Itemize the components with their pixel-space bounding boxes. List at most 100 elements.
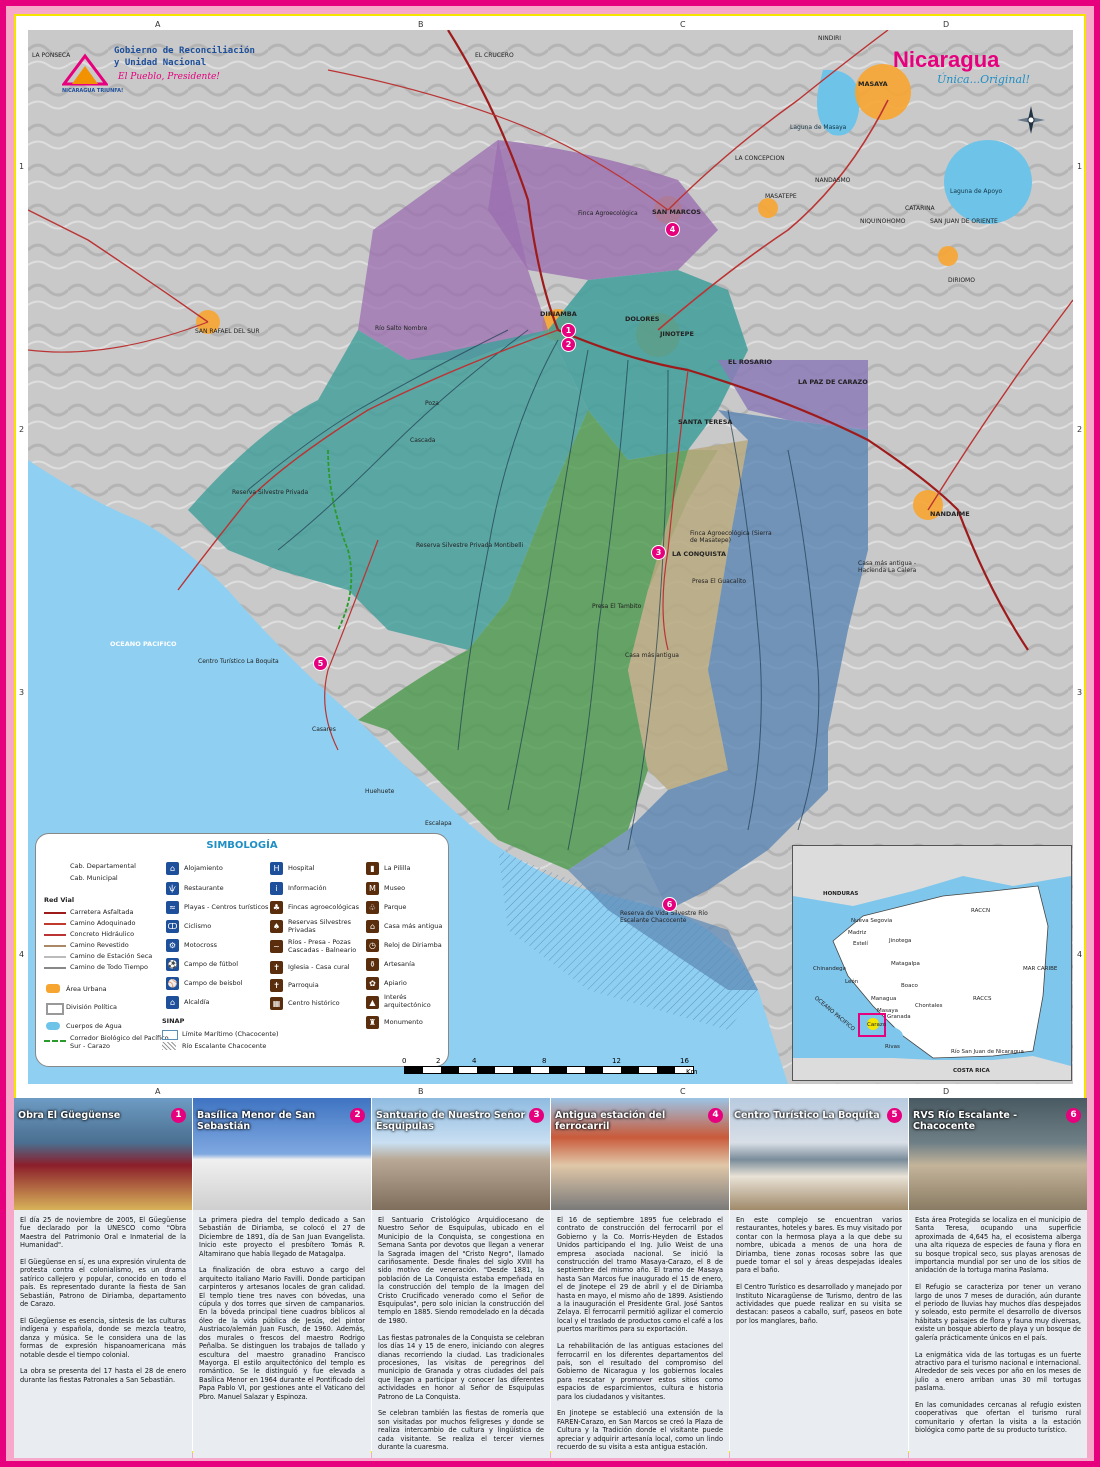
legend-title: SIMBOLOGÍA — [206, 840, 278, 851]
inset-jinotega: Jinotega — [889, 938, 912, 944]
futbol-icon: ⚽ — [166, 958, 179, 971]
pin-4[interactable]: 4 — [665, 222, 680, 237]
town-nindiri[interactable]: NINDIRI — [818, 35, 841, 42]
grid-row-4: 4 — [19, 950, 25, 959]
legend-playas: Playas - Centros turísticos — [184, 903, 269, 911]
boquita-label[interactable]: Centro Turístico La Boquita — [198, 658, 279, 665]
finca-icon: ♣ — [270, 901, 283, 914]
panel-2[interactable]: Basílica Menor de San Sebastián 2 La pri… — [193, 1098, 371, 1458]
finca-masatepe-label[interactable]: Finca Agroecológica (Sierra de Masatepe) — [690, 530, 780, 544]
town-la-conquista[interactable]: LA CONQUISTA — [672, 550, 726, 558]
pin-3[interactable]: 3 — [651, 545, 666, 560]
chacocente-label[interactable]: Reserva de Vida Silvestre Río Escalante … — [620, 910, 720, 924]
town-jinotepe[interactable]: JINOTEPE — [660, 330, 694, 338]
montibelli-label[interactable]: Reserva Silvestre Privada Montibelli — [416, 542, 523, 549]
panel-6-text: Esta área Protegida se localiza en el mu… — [915, 1216, 1081, 1435]
legend-interes: Interés arquitectónico — [384, 993, 431, 1009]
panel-3[interactable]: Santuario de Nuestro Señor Esquipulas 3 … — [372, 1098, 550, 1458]
grid-row-1: 1 — [19, 162, 25, 171]
pin-5[interactable]: 5 — [313, 656, 328, 671]
finca-label[interactable]: Finca Agroecológica — [578, 210, 638, 217]
panel-2-text: La primera piedra del templo dedicado a … — [199, 1216, 365, 1401]
gov-slogan: El Pueblo, Presidente! — [118, 72, 220, 82]
town-niquinohomo[interactable]: NIQUINOHOMO — [860, 218, 906, 225]
museo-icon: M — [366, 882, 379, 895]
town-el-rosario[interactable]: EL ROSARIO — [728, 358, 772, 366]
panel-4[interactable]: Antigua estación del ferrocarril 4 El 16… — [551, 1098, 729, 1458]
legend-iglesia: Iglesia - Casa cural — [288, 963, 350, 971]
town-santa-teresa[interactable]: SANTA TERESA — [678, 418, 732, 426]
town-nandaime[interactable]: NANDAIME — [930, 510, 970, 518]
legend-limite-swatch — [162, 1030, 178, 1040]
panel-5[interactable]: Centro Turístico La Boquita 5 En este co… — [730, 1098, 908, 1458]
presa-label[interactable]: Presa El Tambito — [592, 603, 641, 610]
grid-col-c: C — [680, 20, 686, 29]
casa-label[interactable]: Casa más antigua — [625, 652, 679, 659]
casares-label[interactable]: Casares — [312, 726, 336, 733]
poza-label[interactable]: Poza — [425, 400, 439, 407]
legend-cab-dep: Cab. Departamental — [70, 862, 136, 870]
town-dolores[interactable]: DOLORES — [625, 315, 659, 323]
gov-badge: NICARAGUA TRIUNFA! — [62, 88, 124, 94]
legend-restaurante: Restaurante — [184, 884, 224, 892]
legend-pililla: La Pililla — [384, 864, 411, 872]
calera-label[interactable]: Casa más antigua - Hacienda La Calera — [858, 560, 938, 574]
grid-row-2-right: 2 — [1077, 425, 1083, 434]
scale-2: 2 — [436, 1057, 441, 1065]
town-la-paz[interactable]: LA PAZ DE CARAZO — [798, 378, 868, 386]
reserva-label[interactable]: Reserva Silvestre Privada — [232, 489, 308, 496]
grid-col-d-bottom: D — [943, 1087, 950, 1096]
panel-5-title: Centro Turístico La Boquita — [734, 1110, 880, 1121]
legend-red-vial: Red Vial — [44, 896, 75, 904]
town-diriomo[interactable]: DIRIOMO — [948, 277, 975, 284]
grid-col-c-bottom: C — [680, 1087, 686, 1096]
scale-8: 8 — [542, 1057, 547, 1065]
town-san-juan-oriente[interactable]: SAN JUAN DE ORIENTE — [930, 218, 998, 225]
escalapa-label[interactable]: Escalapa — [425, 820, 452, 827]
legend-road-3: Camino Revestido — [70, 941, 129, 949]
town-diriamba[interactable]: DIRIAMBA — [540, 310, 577, 318]
pin-6[interactable]: 6 — [662, 897, 677, 912]
pin-2[interactable]: 2 — [561, 337, 576, 352]
pin-1[interactable]: 1 — [561, 323, 576, 338]
panel-6-title: RVS Río Escalante - Chacocente — [913, 1110, 1018, 1132]
inset-masaya: Masaya — [877, 1008, 898, 1014]
town-san-rafael[interactable]: SAN RAFAEL DEL SUR — [195, 328, 260, 335]
restaurante-icon: ѱ — [166, 882, 179, 895]
gov-title-2: y Unidad Nacional — [114, 58, 207, 68]
legend-sinap: SINAP — [162, 1017, 185, 1025]
scale-4: 4 — [472, 1057, 477, 1065]
legend-cab-mun: Cab. Municipal — [70, 874, 118, 882]
huehuete-label[interactable]: Huehuete — [365, 788, 394, 795]
grid-col-a: A — [155, 20, 161, 29]
panel-4-number: 4 — [708, 1108, 723, 1123]
legend-reloj: Reloj de Diriamba — [384, 941, 442, 949]
informacion-icon: i — [270, 882, 283, 895]
cascada-label[interactable]: Cascada — [410, 437, 435, 444]
town-la-concepcion[interactable]: LA CONCEPCION — [735, 155, 785, 162]
town-catarina[interactable]: CATARINA — [905, 205, 935, 212]
pililla-icon: ▮ — [366, 862, 379, 875]
legend-apiario: Apiario — [384, 979, 407, 987]
scale-12: 12 — [612, 1057, 621, 1065]
town-masaya[interactable]: MASAYA — [858, 80, 888, 88]
grid-col-a-bottom: A — [155, 1087, 161, 1096]
town-masatepe[interactable]: MASATEPE — [765, 193, 797, 200]
town-san-marcos[interactable]: SAN MARCOS — [652, 208, 701, 216]
laguna-masaya-label: Laguna de Masaya — [790, 124, 847, 131]
iglesia-icon: ✝ — [270, 961, 283, 974]
inset-map[interactable]: HONDURAS RACCN RACCS MAR CARIBE OCEANO P… — [792, 845, 1072, 1081]
town-la-ponseca[interactable]: LA PONSECA — [32, 52, 70, 59]
inset-rio-san-juan: Río San Juan de Nicaragua — [951, 1049, 1024, 1055]
town-nandasmo[interactable]: NANDASMO — [815, 177, 850, 184]
legend-rio: Río Escalante Chacocente — [182, 1042, 267, 1050]
town-el-crucero[interactable]: EL CRUCERO — [475, 52, 514, 59]
rio-label[interactable]: Río Salto Nombre — [375, 325, 427, 332]
beisbol-icon: ⚾ — [166, 977, 179, 990]
legend-beisbol: Campo de beisbol — [184, 979, 243, 987]
panel-6[interactable]: RVS Río Escalante - Chacocente 6 Esta ár… — [909, 1098, 1087, 1458]
guacalito-label[interactable]: Presa El Guacalito — [692, 578, 746, 585]
panel-2-number: 2 — [350, 1108, 365, 1123]
panel-1[interactable]: Obra El Güegüense 1 El día 25 de noviemb… — [14, 1098, 192, 1458]
ocean-label: OCEANO PACIFICO — [110, 640, 177, 648]
